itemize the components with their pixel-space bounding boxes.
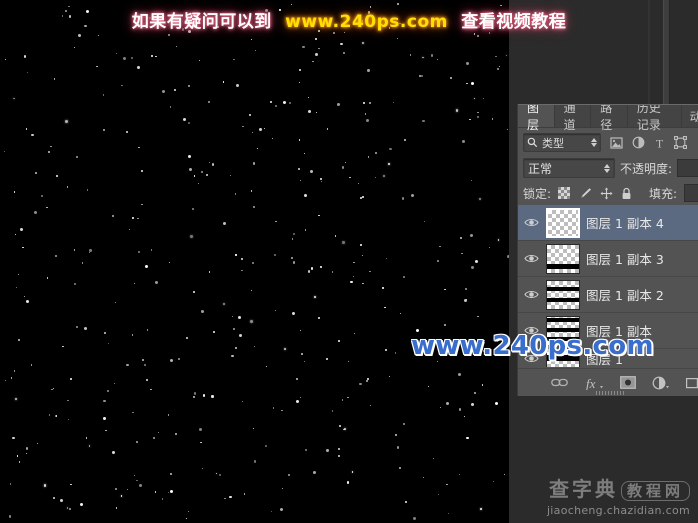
chevron-updown-icon <box>591 138 597 147</box>
tab-history-label: 历史记录 <box>636 104 661 132</box>
layer-thumbnail[interactable] <box>546 207 580 238</box>
panel-tab-bar: 图层 通道 路径 历史记录 动 <box>518 105 698 132</box>
eye-icon[interactable] <box>522 250 540 268</box>
fill-label: 填充: <box>649 186 678 201</box>
banner-right-text: 查看视频教程 <box>461 12 567 32</box>
thumbnail-band <box>547 286 579 291</box>
site-brand-text: 查字典 <box>548 477 618 501</box>
image-filter-icon[interactable] <box>610 136 623 149</box>
screenshot-root: 如果有疑问可以到 www.240ps.com 查看视频教程 www.240ps.… <box>0 0 698 523</box>
tab-animation-label: 动 <box>690 108 698 125</box>
layer-thumbnail[interactable] <box>546 279 580 310</box>
lock-row: 锁定: 填充: <box>518 181 698 205</box>
panel-dock-divider[interactable] <box>663 0 670 108</box>
lock-transparency-icon[interactable] <box>558 187 571 199</box>
transparency-checker <box>548 209 578 236</box>
thumbnail-band <box>547 297 579 302</box>
layers-panel: 图层 通道 路径 历史记录 动 类型 T <box>518 104 698 396</box>
site-watermark: 查字典 教程网 jiaocheng.chazidian.com <box>547 477 690 517</box>
layer-thumbnail[interactable] <box>546 349 580 367</box>
eye-icon[interactable] <box>522 322 540 340</box>
tab-channels-label: 通道 <box>563 104 576 132</box>
starfield <box>0 0 509 523</box>
document-canvas[interactable] <box>0 0 509 523</box>
lock-all-icon[interactable] <box>621 187 632 200</box>
thumbnail-band <box>547 318 579 323</box>
layer-row[interactable]: 图层 1 <box>518 349 698 367</box>
lock-icon-group <box>558 187 632 200</box>
blend-mode-row: 正常 不透明度: <box>518 155 698 181</box>
layer-name: 图层 1 副本 2 <box>586 288 664 303</box>
layer-style-fx-icon[interactable]: fx <box>584 376 604 390</box>
site-brand-boxed-text: 教程网 <box>620 481 690 501</box>
site-watermark-url: jiaocheng.chazidian.com <box>546 504 690 517</box>
panel-resize-gripper[interactable] <box>596 391 626 395</box>
layer-thumbnail[interactable] <box>546 243 580 274</box>
site-watermark-brand: 查字典 教程网 <box>547 477 690 503</box>
banner-site-url: www.240ps.com <box>285 12 448 32</box>
layer-name: 图层 1 副本 <box>586 324 652 339</box>
opacity-label: 不透明度: <box>620 161 673 176</box>
search-icon <box>527 137 538 148</box>
tab-layers[interactable]: 图层 <box>518 105 555 132</box>
top-banner: 如果有疑问可以到 www.240ps.com 查看视频教程 <box>0 8 698 36</box>
filter-icon-group: T <box>610 136 687 149</box>
transparency-checker <box>547 280 579 309</box>
thumbnail-band <box>547 355 579 361</box>
layer-row[interactable]: 图层 1 副本 2 <box>518 277 698 313</box>
layer-mask-icon[interactable] <box>620 376 636 389</box>
panel-edge-shadow <box>648 0 650 108</box>
tab-paths[interactable]: 路径 <box>591 105 628 132</box>
layer-row[interactable]: 图层 1 副本 <box>518 313 698 349</box>
text-filter-icon[interactable]: T <box>654 137 665 149</box>
banner-left-text: 如果有疑问可以到 <box>131 12 272 32</box>
eye-icon[interactable] <box>522 214 540 232</box>
blend-mode-value: 正常 <box>528 161 553 176</box>
layer-name: 图层 1 副本 4 <box>586 216 664 231</box>
eye-icon[interactable] <box>522 349 540 367</box>
filter-type-dropdown[interactable]: 类型 <box>523 133 601 152</box>
lock-position-icon[interactable] <box>600 187 613 200</box>
thumbnail-band <box>547 337 579 342</box>
svg-text:T: T <box>656 137 664 149</box>
thumbnail-band <box>547 327 579 332</box>
eye-icon[interactable] <box>522 286 540 304</box>
tab-layers-label: 图层 <box>527 104 540 132</box>
new-group-icon[interactable] <box>686 377 698 389</box>
layer-row[interactable]: 图层 1 副本 4 <box>518 205 698 241</box>
layer-list[interactable]: 图层 1 副本 4 图层 1 副本 3 图层 1 副本 2 图层 1 副本 图层 1 <box>518 205 698 369</box>
blend-mode-dropdown[interactable]: 正常 <box>523 158 616 178</box>
lock-image-icon[interactable] <box>578 187 592 200</box>
layer-name: 图层 1 <box>586 351 623 367</box>
filter-type-label: 类型 <box>542 136 564 150</box>
layer-row[interactable]: 图层 1 副本 3 <box>518 241 698 277</box>
adjustment-layer-icon[interactable] <box>652 376 670 390</box>
shape-filter-icon[interactable] <box>674 136 687 149</box>
link-layers-icon[interactable] <box>551 377 568 388</box>
svg-text:fx: fx <box>586 376 596 390</box>
fill-value-field[interactable] <box>684 184 698 202</box>
chevron-updown-icon <box>604 163 611 173</box>
lock-label: 锁定: <box>523 186 552 201</box>
tab-animation[interactable]: 动 <box>682 105 698 127</box>
layer-thumbnail[interactable] <box>546 315 580 346</box>
opacity-value-field[interactable] <box>677 159 698 177</box>
tab-channels[interactable]: 通道 <box>554 105 592 132</box>
layers-panel-footer: fx <box>518 368 698 396</box>
thumbnail-band <box>547 264 579 269</box>
layer-name: 图层 1 副本 3 <box>586 252 664 267</box>
tab-paths-label: 路径 <box>600 104 613 132</box>
tab-history[interactable]: 历史记录 <box>627 105 683 132</box>
adjustment-filter-icon[interactable] <box>632 136 645 149</box>
